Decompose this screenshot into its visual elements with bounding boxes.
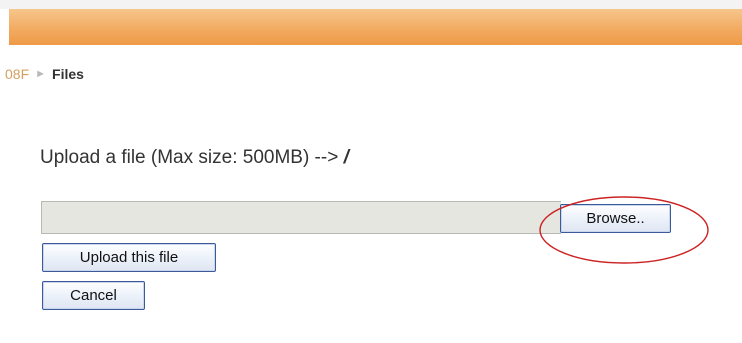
- header-bar: [9, 9, 742, 45]
- upload-file-button[interactable]: Upload this file: [42, 243, 216, 272]
- breadcrumb-parent-link[interactable]: 08F: [5, 66, 29, 82]
- upload-heading: Upload a file (Max size: 500MB) --> /: [40, 147, 349, 169]
- top-band: [0, 0, 742, 9]
- browse-button[interactable]: Browse..: [560, 204, 671, 233]
- breadcrumb-current: Files: [52, 66, 84, 82]
- page: 08F ► Files Upload a file (Max size: 500…: [0, 0, 742, 343]
- breadcrumb-separator-icon: ►: [35, 68, 47, 80]
- cancel-button[interactable]: Cancel: [42, 281, 145, 310]
- file-path-field[interactable]: [41, 201, 561, 234]
- breadcrumb: 08F ► Files: [5, 66, 84, 82]
- upload-target-path: /: [343, 147, 349, 168]
- upload-heading-text: Upload a file (Max size: 500MB) -->: [40, 147, 339, 168]
